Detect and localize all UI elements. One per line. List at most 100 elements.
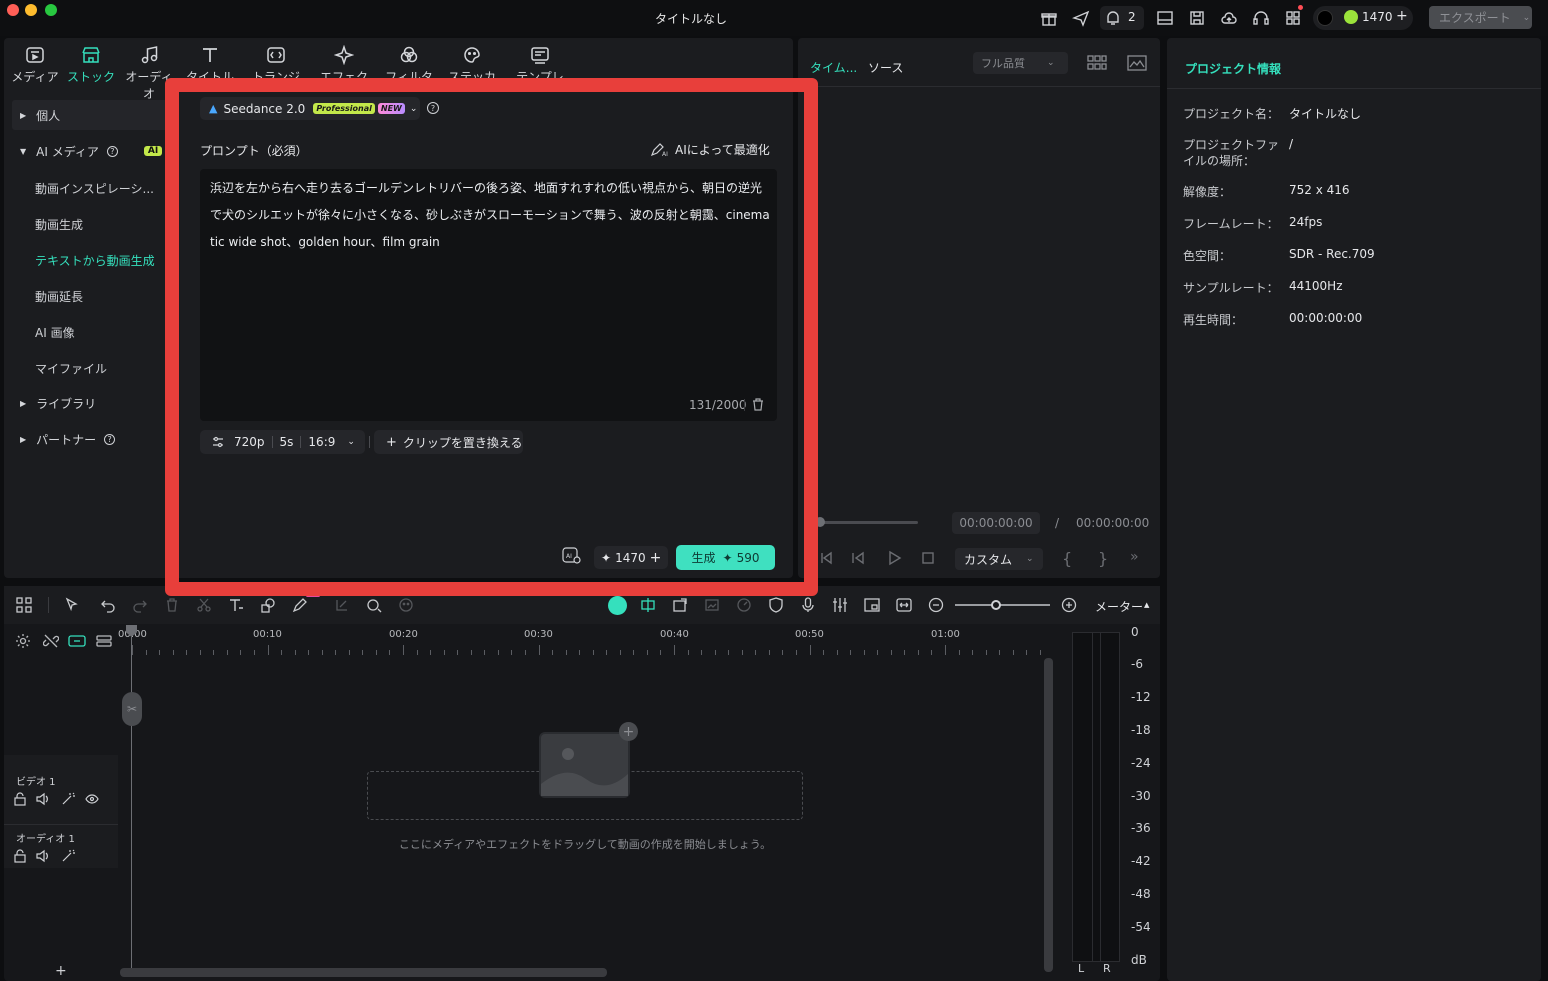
vertical-scrollbar[interactable]: [1044, 658, 1053, 972]
face-ai-icon[interactable]: [398, 597, 416, 615]
scissors-icon[interactable]: [196, 597, 214, 615]
export-button[interactable]: エクスポート ⌄: [1429, 6, 1532, 29]
meter-label[interactable]: メーター: [1095, 598, 1143, 615]
apps-grid-icon[interactable]: [1284, 9, 1302, 27]
ruler-tick: [674, 645, 675, 655]
image-view-icon[interactable]: [1127, 54, 1147, 72]
magic-wand-icon[interactable]: [61, 849, 75, 863]
replace-clip-button[interactable]: + クリップを置き換える: [374, 430, 523, 454]
help-icon[interactable]: ?: [104, 433, 116, 445]
play-icon[interactable]: [886, 550, 902, 566]
zoom-select[interactable]: カスタム ⌄: [955, 548, 1043, 570]
avatar[interactable]: [1317, 10, 1333, 26]
sidebar-item-video-inspiration[interactable]: 動画インスピレーシ...: [35, 180, 154, 197]
undo-icon[interactable]: [100, 597, 118, 615]
magic-wand-icon[interactable]: [61, 792, 75, 806]
ruler-tick: [511, 650, 513, 655]
video-settings-select[interactable]: 720p 5s 16:9 ⌄: [200, 430, 365, 454]
sidebar-item-my-files[interactable]: マイファイル: [35, 360, 107, 377]
auto-sync-icon[interactable]: [640, 597, 658, 615]
ai-settings-icon[interactable]: AI: [562, 547, 582, 565]
meter-channel-l: L: [1078, 962, 1085, 975]
sidebar-item-library[interactable]: ▶ ライブラリ: [14, 388, 164, 418]
stop-icon[interactable]: [920, 550, 936, 566]
link-clips-icon[interactable]: [68, 633, 86, 649]
tab-timeline[interactable]: タイム...: [810, 59, 857, 76]
playhead-cut-handle[interactable]: ✂: [122, 692, 142, 726]
more-controls-icon[interactable]: »: [1130, 549, 1139, 565]
professional-badge: Professional: [313, 103, 375, 114]
zoom-out-icon[interactable]: [928, 597, 946, 615]
toolbar-stock[interactable]: ストック: [63, 44, 119, 85]
add-media-icon[interactable]: +: [619, 722, 638, 741]
pip-icon[interactable]: [864, 597, 882, 615]
zoom-slider-handle[interactable]: [991, 600, 1001, 610]
headset-icon[interactable]: [1252, 9, 1270, 27]
layout-icon[interactable]: [1156, 9, 1174, 27]
ai-tools-icon[interactable]: [366, 597, 384, 615]
horizontal-scrollbar[interactable]: [120, 968, 607, 977]
fit-width-icon[interactable]: [896, 597, 914, 615]
playback-progress-bar[interactable]: [818, 521, 918, 524]
zoom-in-icon[interactable]: [1061, 597, 1079, 615]
zoom-slider[interactable]: [955, 604, 1050, 606]
unlink-icon[interactable]: [43, 633, 59, 649]
prompt-text[interactable]: 浜辺を左から右へ走り去るゴールデンレトリバーの後ろ姿、地面すれすれの低い視点から…: [210, 175, 770, 256]
delete-icon[interactable]: [164, 597, 182, 615]
ai-optimize-button[interactable]: AI AIによって最適化: [651, 141, 770, 158]
grid-view-icon[interactable]: [1087, 54, 1107, 72]
eye-icon[interactable]: [85, 792, 99, 806]
shield-icon[interactable]: [768, 597, 786, 615]
sidebar-item-video-extend[interactable]: 動画延長: [35, 288, 83, 305]
toolbar-media[interactable]: メディア: [7, 44, 63, 85]
chevron-down-icon: ⌄: [409, 103, 418, 114]
export-clip-icon[interactable]: [672, 597, 690, 615]
mark-in-icon[interactable]: {: [1062, 549, 1072, 568]
microphone-icon[interactable]: [800, 597, 818, 615]
sidebar-item-ai-media[interactable]: ▼ AI メディア? AI: [14, 136, 164, 166]
ruler-tick: [904, 650, 906, 655]
shapes-icon[interactable]: [260, 597, 278, 615]
speed-icon[interactable]: [736, 597, 754, 615]
sidebar-item-personal[interactable]: ▶ 個人: [14, 100, 164, 130]
sidebar-item-ai-image[interactable]: AI 画像: [35, 324, 75, 341]
tab-source[interactable]: ソース: [868, 59, 903, 76]
pen-icon[interactable]: [292, 597, 310, 615]
speaker-icon[interactable]: [36, 792, 50, 806]
lock-icon[interactable]: [13, 849, 27, 863]
model-help-icon[interactable]: ?: [427, 102, 439, 114]
image-edit-icon[interactable]: [704, 597, 722, 615]
redo-icon[interactable]: [132, 597, 150, 615]
lock-icon[interactable]: [13, 792, 27, 806]
generate-button[interactable]: 生成 ✦ 590: [676, 545, 775, 570]
drop-hint: ここにメディアやエフェクトをドラッグして動画の作成を開始しましょう。: [398, 838, 772, 851]
ai-cut-icon[interactable]: [334, 597, 352, 615]
text-tool-icon[interactable]: [228, 597, 246, 615]
caret-up-icon[interactable]: ▲: [1144, 601, 1149, 609]
modal-credits-chip[interactable]: ✦ 1470 +: [594, 546, 668, 569]
select-cursor-icon[interactable]: [64, 597, 82, 615]
trash-icon[interactable]: [752, 398, 764, 411]
gift-icon[interactable]: [1040, 9, 1058, 27]
layout-grid-icon[interactable]: [16, 597, 34, 615]
sidebar-item-partner[interactable]: ▶ パートナー?: [14, 424, 164, 454]
help-icon[interactable]: ?: [106, 145, 118, 157]
add-credits-icon[interactable]: +: [1396, 8, 1408, 24]
save-icon[interactable]: [1188, 9, 1206, 27]
send-icon[interactable]: [1072, 9, 1090, 27]
ai-assistant-icon[interactable]: [608, 596, 627, 615]
sidebar-item-text-to-video[interactable]: テキストから動画生成: [35, 252, 155, 269]
prev-frame-icon[interactable]: [818, 550, 834, 566]
sidebar-item-video-generation[interactable]: 動画生成: [35, 216, 83, 233]
settings-gear-icon[interactable]: [15, 633, 31, 649]
model-select[interactable]: ▲ Seedance 2.0 Professional NEW ⌄: [200, 97, 420, 120]
step-back-icon[interactable]: [850, 550, 866, 566]
mark-out-icon[interactable]: }: [1098, 549, 1108, 568]
quality-select[interactable]: フル品質 ⌄: [973, 52, 1068, 74]
track-manager-icon[interactable]: [95, 633, 113, 649]
cloud-upload-icon[interactable]: [1220, 9, 1238, 27]
ruler-tick: [755, 650, 757, 655]
speaker-icon[interactable]: [36, 849, 50, 863]
add-track-icon[interactable]: +: [55, 963, 67, 979]
mixer-icon[interactable]: [832, 597, 850, 615]
